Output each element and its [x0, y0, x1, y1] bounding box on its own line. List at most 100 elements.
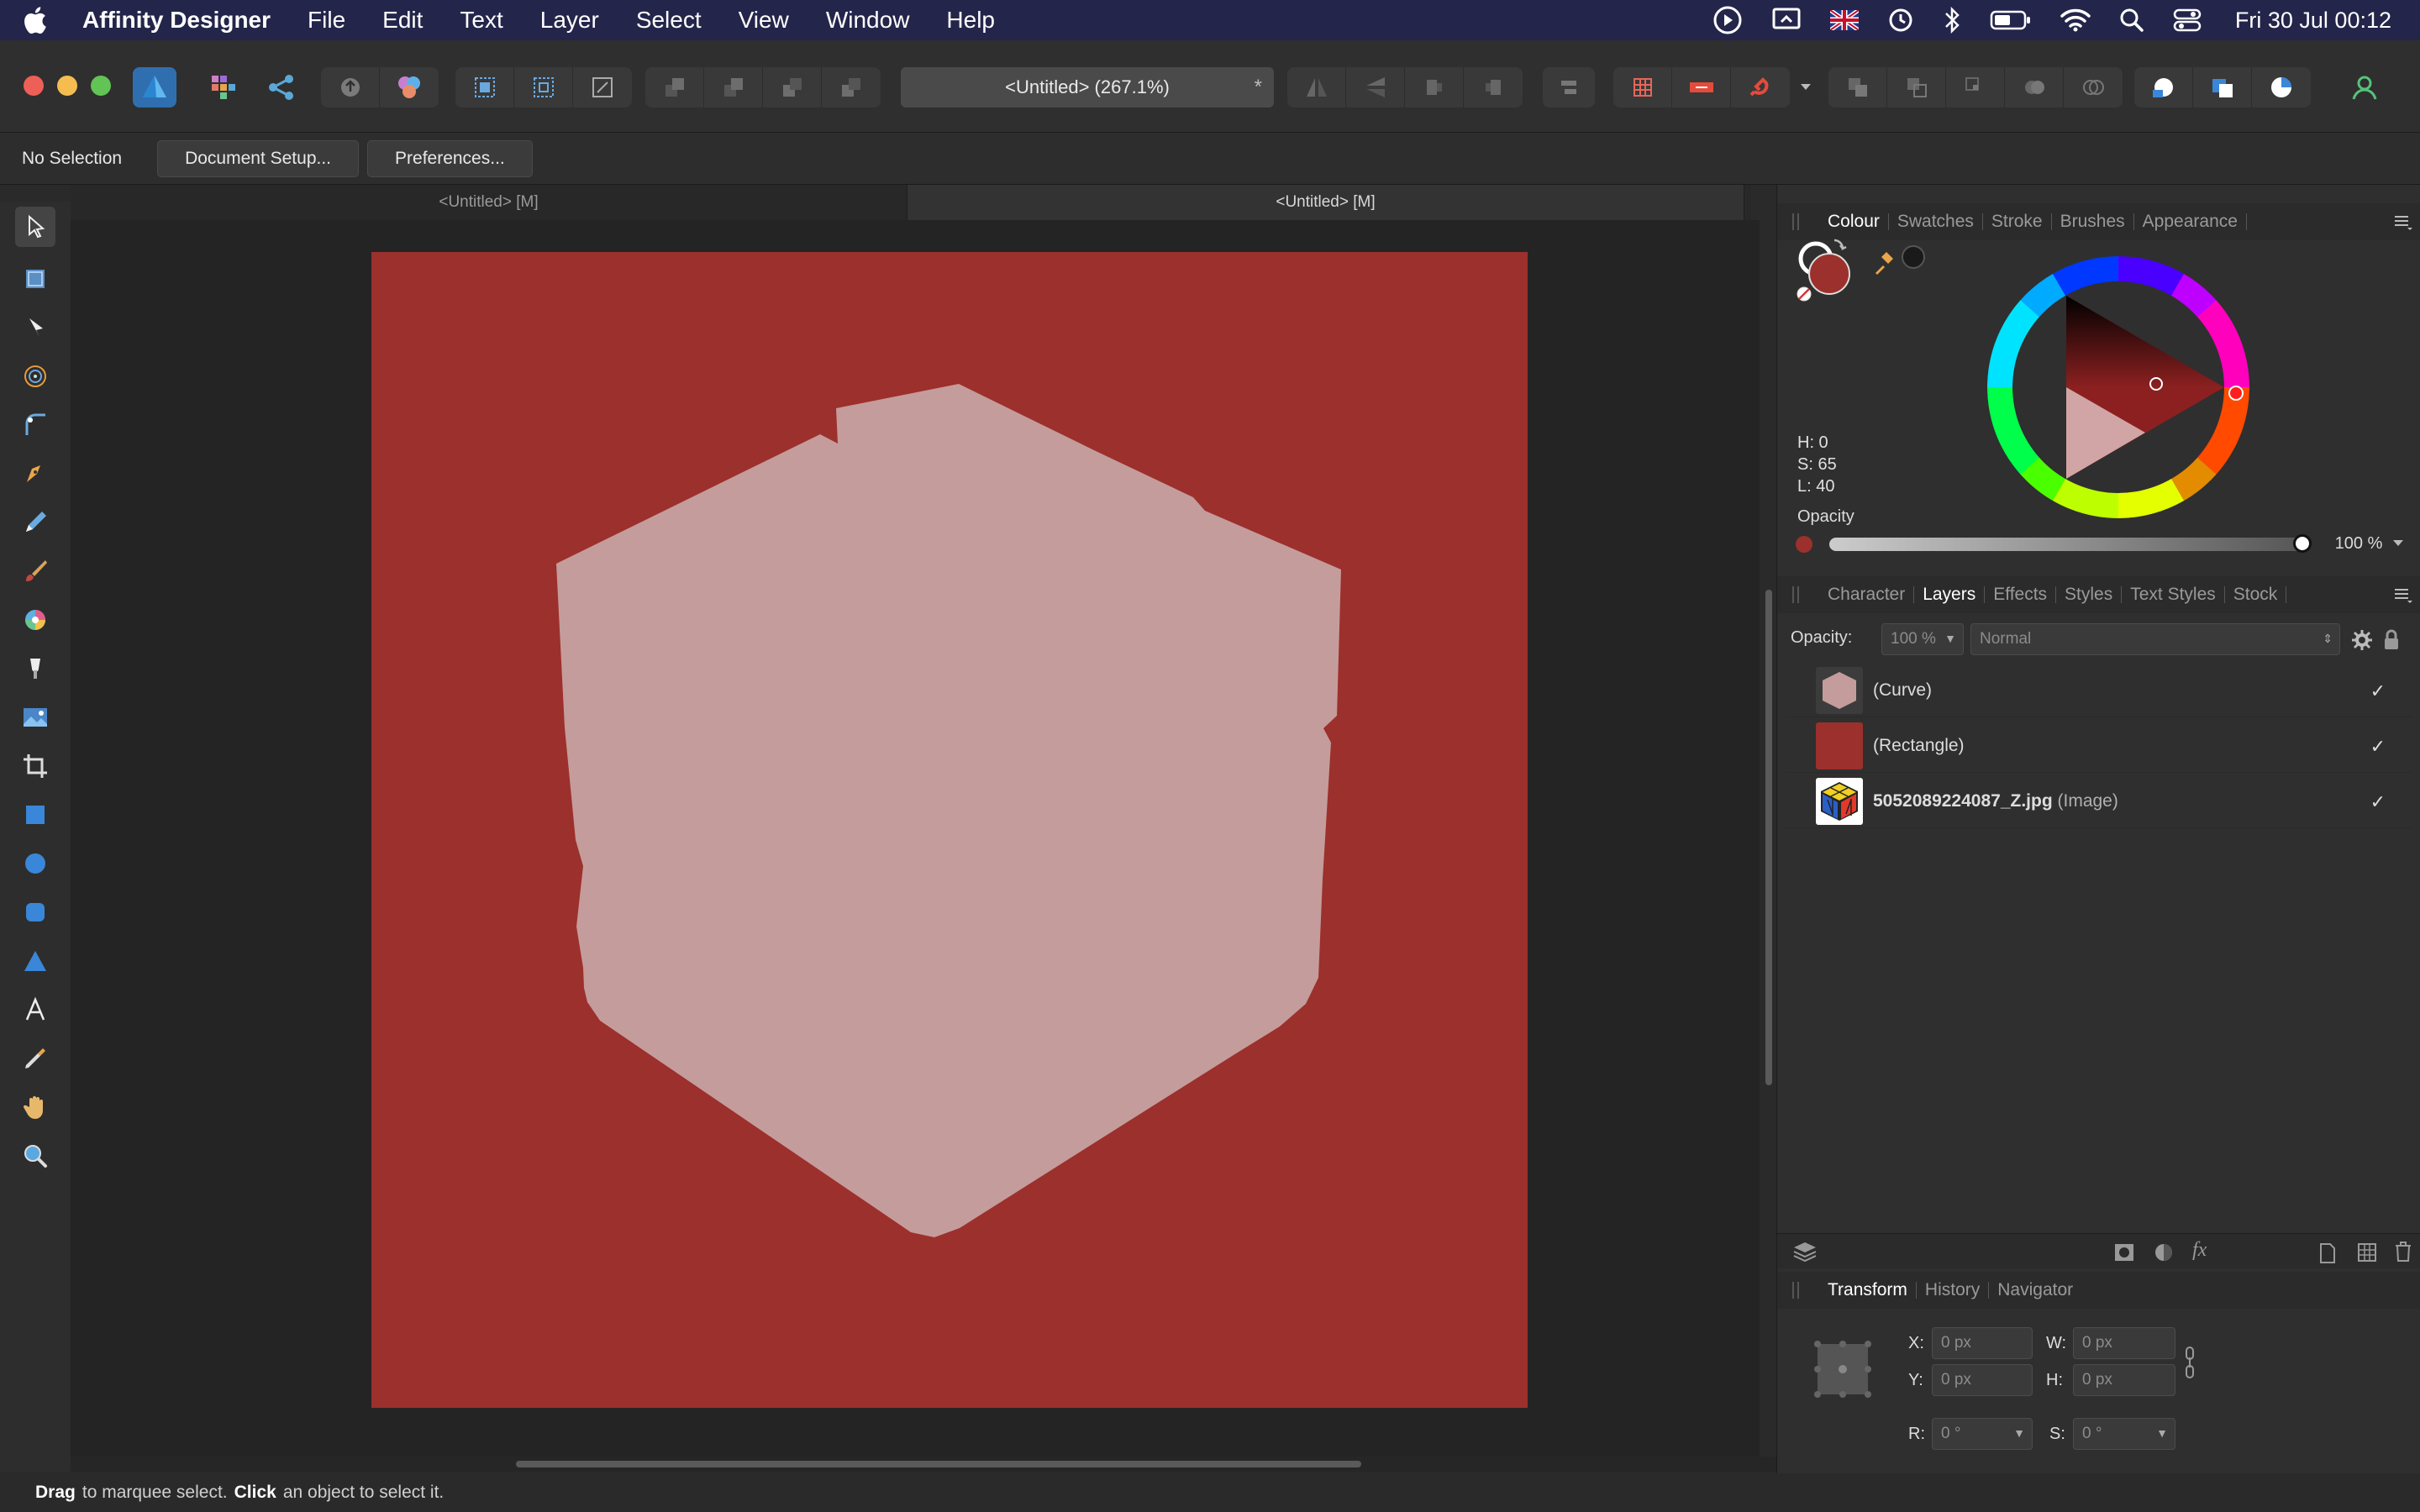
s-field[interactable]: 0 ° ▼ — [2073, 1418, 2175, 1450]
link-proportions-icon[interactable] — [2184, 1346, 2196, 1379]
insert-top-icon[interactable] — [2252, 67, 2311, 108]
curve-shape-svg[interactable] — [371, 252, 1528, 1408]
rectangle-tool-icon[interactable] — [18, 798, 52, 832]
color-picker-tool-icon[interactable] — [18, 1042, 52, 1075]
vector-brush-tool-icon[interactable] — [18, 554, 52, 588]
snapping-magnet-icon[interactable] — [1731, 67, 1790, 108]
transparency-tool-icon[interactable] — [18, 652, 52, 685]
move-to-back-icon[interactable] — [645, 67, 704, 108]
wifi-icon[interactable] — [2060, 8, 2091, 32]
vertical-scrollbar[interactable] — [1761, 220, 1776, 1457]
menu-text[interactable]: Text — [460, 7, 502, 34]
panel-grip-icon[interactable] — [1792, 213, 1799, 230]
tab-character[interactable]: Character — [1819, 585, 1915, 603]
tab-brushes[interactable]: Brushes — [2052, 213, 2134, 230]
w-field[interactable]: 0 px — [2073, 1327, 2175, 1359]
tab-stock[interactable]: Stock — [2225, 585, 2287, 603]
x-field[interactable]: 0 px — [1932, 1327, 2033, 1359]
intersect-shapes-icon[interactable] — [1946, 67, 2005, 108]
crop-tool-icon[interactable] — [18, 749, 52, 783]
node-tool-icon[interactable] — [18, 311, 52, 344]
h-field[interactable]: 0 px — [2073, 1364, 2175, 1396]
menu-view[interactable]: View — [739, 7, 789, 34]
artboard-rectangle[interactable] — [371, 252, 1528, 1408]
tab-stroke[interactable]: Stroke — [1983, 213, 2052, 230]
time-machine-icon[interactable] — [1887, 7, 1914, 34]
grid-icon[interactable] — [1613, 67, 1672, 108]
tab-transform[interactable]: Transform — [1819, 1281, 1917, 1299]
studio-link-icon[interactable] — [380, 67, 439, 108]
move-tool-icon[interactable] — [15, 207, 55, 247]
add-shapes-icon[interactable] — [1828, 67, 1887, 108]
artistic-text-tool-icon[interactable] — [18, 993, 52, 1026]
colour-wheel[interactable] — [1985, 254, 2252, 521]
zoom-tool-icon[interactable] — [18, 1139, 52, 1173]
opacity-slider-handle[interactable] — [2293, 534, 2312, 553]
tab-text-styles[interactable]: Text Styles — [2122, 585, 2225, 603]
mask-layer-icon[interactable] — [2113, 1242, 2135, 1263]
zoom-window-button[interactable] — [91, 76, 111, 96]
move-forward-one-icon[interactable] — [763, 67, 822, 108]
opacity-chevron-down-icon[interactable] — [2392, 539, 2404, 548]
document-tab-2[interactable]: <Untitled> [M] — [908, 185, 1744, 220]
layer-row-image[interactable]: 5052089224087_Z.jpg (Image) ✓ — [1786, 774, 2412, 828]
contour-tool-icon[interactable] — [18, 360, 52, 393]
layer-row-curve[interactable]: (Curve) ✓ — [1786, 664, 2412, 717]
subtract-shapes-icon[interactable] — [1887, 67, 1946, 108]
rounded-rectangle-tool-icon[interactable] — [18, 895, 52, 929]
screen-share-icon[interactable] — [1771, 7, 1802, 34]
fill-stroke-wells[interactable] — [1796, 235, 1930, 311]
uk-flag-icon[interactable] — [1829, 10, 1859, 30]
panel-grip-icon[interactable] — [1792, 1282, 1799, 1299]
bluetooth-icon[interactable] — [1943, 6, 1961, 34]
tab-navigator[interactable]: Navigator — [1989, 1281, 2081, 1299]
layer-visibility-checkbox[interactable]: ✓ — [2370, 736, 2386, 758]
triangle-tool-icon[interactable] — [18, 944, 52, 978]
tab-swatches[interactable]: Swatches — [1889, 213, 1983, 230]
layer-visibility-checkbox[interactable]: ✓ — [2370, 680, 2386, 702]
tab-styles[interactable]: Styles — [2056, 585, 2123, 603]
close-window-button[interactable] — [24, 76, 44, 96]
menu-edit[interactable]: Edit — [382, 7, 423, 34]
clock[interactable]: Fri 30 Jul 00:12 — [2235, 8, 2391, 34]
xor-shapes-icon[interactable] — [2005, 67, 2064, 108]
transform-origin-icon[interactable] — [573, 67, 632, 108]
control-center-icon[interactable] — [2173, 8, 2202, 33]
menu-layer[interactable]: Layer — [540, 7, 599, 34]
place-image-tool-icon[interactable] — [18, 701, 52, 734]
hand-tool-icon[interactable] — [18, 1090, 52, 1124]
lock-icon[interactable] — [2382, 628, 2401, 652]
divide-shapes-icon[interactable] — [2064, 67, 2123, 108]
opacity-slider[interactable] — [1829, 538, 2308, 551]
layer-visibility-checkbox[interactable]: ✓ — [2370, 791, 2386, 813]
horizontal-scroll-thumb[interactable] — [516, 1461, 1361, 1467]
menu-file[interactable]: File — [308, 7, 345, 34]
tab-appearance[interactable]: Appearance — [2134, 213, 2247, 230]
ellipse-tool-icon[interactable] — [18, 847, 52, 880]
preferences-button[interactable]: Preferences... — [367, 139, 533, 177]
add-layer-icon[interactable] — [2318, 1242, 2337, 1264]
horizontal-scrollbar[interactable] — [71, 1457, 1776, 1472]
tab-effects[interactable]: Effects — [1985, 585, 2057, 603]
battery-icon[interactable] — [1990, 9, 2032, 31]
pen-tool-icon[interactable] — [18, 457, 52, 491]
panel-grip-icon[interactable] — [1792, 586, 1799, 603]
insert-inside-icon[interactable] — [2134, 67, 2193, 108]
document-title-field[interactable]: <Untitled> (267.1%) * — [901, 67, 1274, 108]
layer-opacity-field[interactable]: 100 % ▼ — [1881, 623, 1964, 655]
blend-mode-select[interactable]: Normal ⇕ — [1970, 623, 2340, 655]
alignment-icon[interactable] — [1543, 67, 1595, 108]
anchor-selector[interactable] — [1811, 1337, 1875, 1401]
document-setup-button[interactable]: Document Setup... — [157, 139, 360, 177]
document-tab-1[interactable]: <Untitled> [M] — [71, 185, 908, 220]
gear-icon[interactable] — [2350, 628, 2374, 652]
tab-history[interactable]: History — [1917, 1281, 1990, 1299]
y-field[interactable]: 0 px — [1932, 1364, 2033, 1396]
opacity-value[interactable]: 100 % — [2317, 534, 2401, 554]
move-to-front-icon[interactable] — [822, 67, 881, 108]
corner-tool-icon[interactable] — [18, 408, 52, 442]
snapping-dropdown-chevron-down-icon[interactable] — [1793, 67, 1818, 108]
app-name-menu[interactable]: Affinity Designer — [82, 7, 271, 34]
insert-behind-icon[interactable] — [2193, 67, 2252, 108]
pixel-layer-icon[interactable] — [2357, 1242, 2377, 1263]
